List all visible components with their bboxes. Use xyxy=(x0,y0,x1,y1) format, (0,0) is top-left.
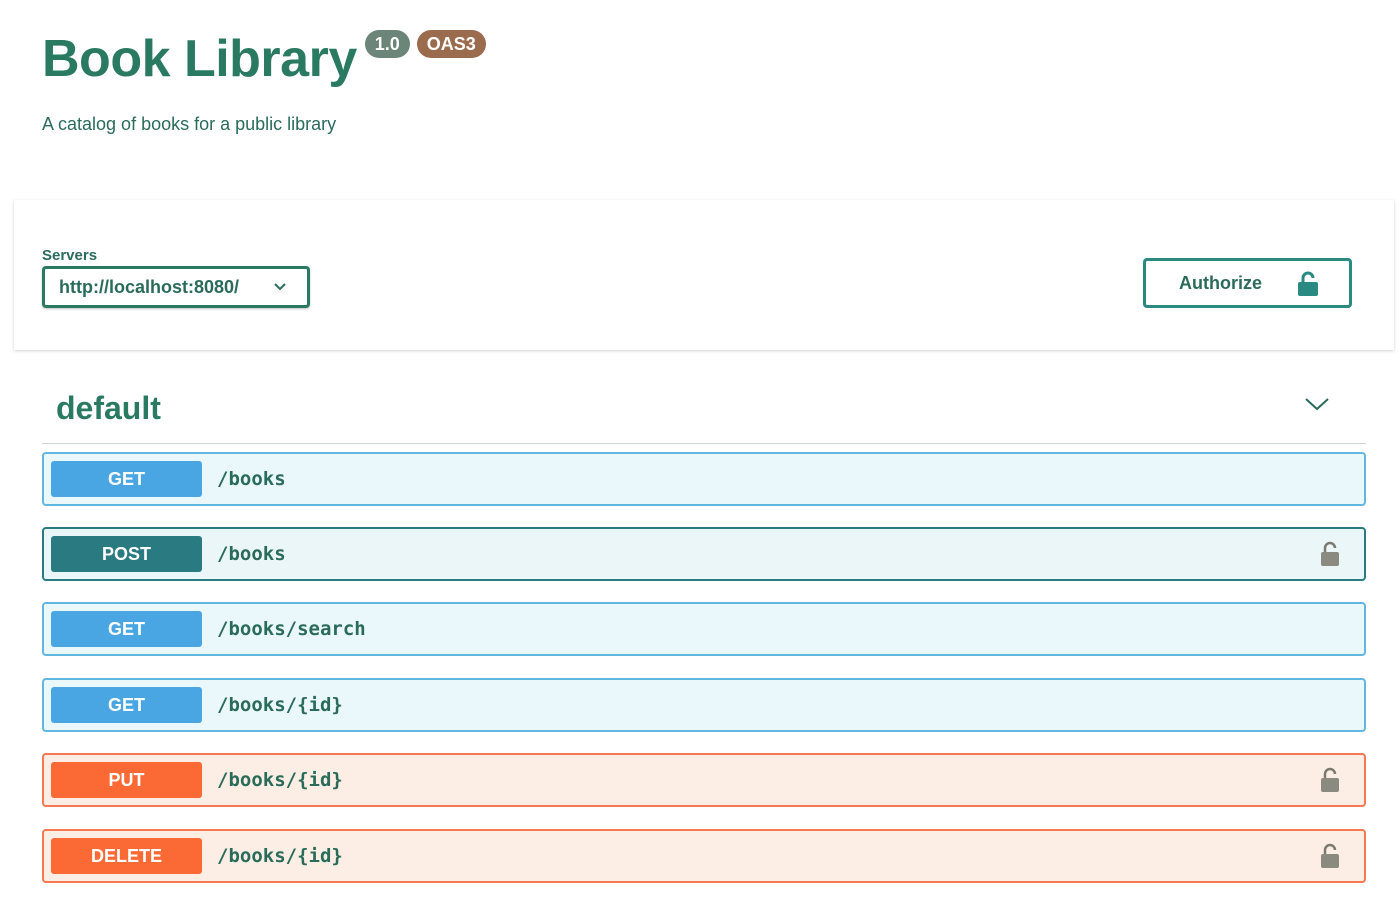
method-badge: GET xyxy=(51,611,202,647)
unlock-icon[interactable] xyxy=(1320,541,1340,567)
method-badge: POST xyxy=(51,536,202,572)
server-select-value: http://localhost:8080/ xyxy=(59,276,240,297)
title-row: Book Library 1.0 OAS3 xyxy=(42,28,486,90)
operation-put-book-by-id[interactable]: PUT /books/{id} xyxy=(42,753,1366,807)
authorize-label: Authorize xyxy=(1179,272,1262,293)
unlock-icon[interactable] xyxy=(1320,843,1340,869)
unlock-icon[interactable] xyxy=(1320,767,1340,793)
unlock-icon xyxy=(1298,271,1318,296)
operation-path: /books/{id} xyxy=(217,694,343,716)
operation-path: /books xyxy=(217,468,286,490)
method-badge: GET xyxy=(51,687,202,723)
method-badge: PUT xyxy=(51,762,202,798)
api-info: Book Library 1.0 OAS3 xyxy=(42,28,486,90)
tag-section-default[interactable]: default xyxy=(42,380,1366,444)
authorize-button[interactable]: Authorize xyxy=(1143,258,1352,308)
page-title: Book Library xyxy=(42,30,357,88)
scheme-container: Servers http://localhost:8080/ Authorize xyxy=(14,200,1394,350)
tag-name: default xyxy=(56,390,161,426)
servers-label: Servers xyxy=(42,247,98,264)
operation-get-books[interactable]: GET /books xyxy=(42,452,1366,506)
chevron-down-icon xyxy=(274,283,286,291)
operation-path: /books/search xyxy=(217,618,366,640)
method-badge: GET xyxy=(51,461,202,497)
operation-get-books-search[interactable]: GET /books/search xyxy=(42,602,1366,656)
method-badge: DELETE xyxy=(51,838,202,874)
spec-badge: OAS3 xyxy=(416,30,486,58)
chevron-down-icon[interactable] xyxy=(1304,396,1330,412)
operation-post-books[interactable]: POST /books xyxy=(42,527,1366,581)
server-select[interactable]: http://localhost:8080/ xyxy=(42,266,310,308)
operation-path: /books xyxy=(217,543,286,565)
api-description: A catalog of books for a public library xyxy=(42,114,337,134)
version-badge: 1.0 xyxy=(364,30,410,58)
operation-path: /books/{id} xyxy=(217,845,343,867)
operation-delete-book-by-id[interactable]: DELETE /books/{id} xyxy=(42,829,1366,883)
operation-path: /books/{id} xyxy=(217,769,343,791)
operation-get-book-by-id[interactable]: GET /books/{id} xyxy=(42,678,1366,732)
